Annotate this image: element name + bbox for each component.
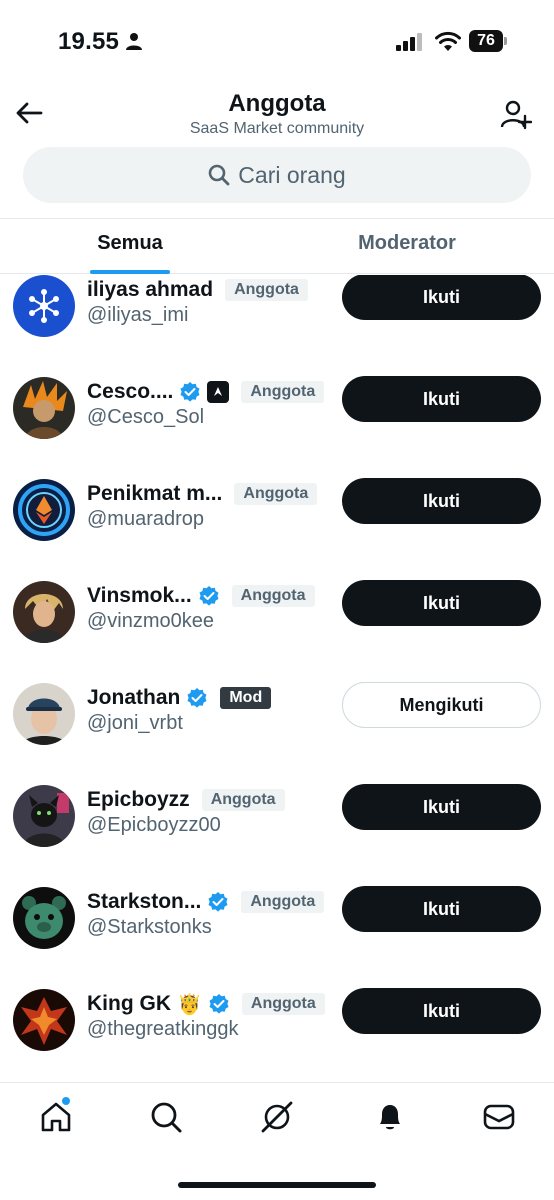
- role-badge: Anggota: [234, 483, 318, 505]
- avatar[interactable]: [13, 683, 75, 745]
- bell-icon: [380, 1105, 400, 1130]
- verified-badge-icon: [209, 994, 229, 1014]
- member-name[interactable]: Epicboyzz: [87, 788, 190, 812]
- member-handle: @iliyas_imi: [87, 304, 189, 326]
- verified-badge-icon: [180, 382, 200, 402]
- active-tab-indicator: [90, 270, 170, 274]
- member-name[interactable]: Starkston...: [87, 890, 201, 914]
- role-badge: Anggota: [231, 585, 315, 607]
- verified-badge-icon: [208, 892, 228, 912]
- tab-semua[interactable]: Semua: [0, 219, 260, 275]
- member-handle: @joni_vrbt: [87, 712, 183, 734]
- member-row[interactable]: iliyas ahmad Anggota @iliyas_imi Ikuti: [0, 275, 554, 369]
- avatar[interactable]: [13, 989, 75, 1051]
- orange-hair-character-avatar: [13, 377, 75, 439]
- member-row[interactable]: Epicboyzz Anggota @Epicboyzz00 Ikuti: [0, 777, 554, 879]
- member-handle: @vinzmo0kee: [87, 610, 215, 632]
- follow-button[interactable]: Ikuti: [342, 275, 541, 320]
- member-handle: @Epicboyzz00: [87, 814, 221, 836]
- role-badge: Mod: [220, 687, 272, 709]
- search-input[interactable]: Cari orang: [23, 147, 531, 203]
- member-name[interactable]: Vinsmok...: [87, 584, 192, 608]
- verified-badge-icon: [187, 688, 207, 708]
- tab-bar: Semua Moderator: [0, 218, 554, 274]
- avatar[interactable]: [13, 887, 75, 949]
- member-row[interactable]: Penikmat m... Anggota @muaradrop Ikuti: [0, 471, 554, 573]
- role-badge: Anggota: [201, 789, 285, 811]
- nav-messages[interactable]: [481, 1099, 517, 1135]
- page-title: Anggota: [228, 90, 326, 117]
- add-member-button[interactable]: [496, 96, 536, 134]
- home-icon: [41, 1102, 71, 1132]
- search-placeholder: Cari orang: [238, 161, 346, 188]
- nav-notifications[interactable]: [372, 1099, 408, 1135]
- status-time: 19.55: [58, 28, 120, 55]
- following-button[interactable]: Mengikuti: [342, 682, 541, 728]
- avatar[interactable]: [13, 581, 75, 643]
- home-indicator[interactable]: [178, 1182, 376, 1188]
- anime-character-avatar: [13, 581, 75, 643]
- member-row[interactable]: Vinsmok... Anggota @vinzmo0kee Ikuti: [0, 573, 554, 675]
- role-badge: Anggota: [241, 993, 325, 1015]
- member-name[interactable]: Cesco....: [87, 380, 173, 404]
- member-row[interactable]: Cesco.... Anggota @Cesco_Sol Ikuti: [0, 369, 554, 471]
- nav-home[interactable]: [38, 1099, 74, 1135]
- avatar[interactable]: [13, 275, 75, 337]
- follow-button[interactable]: Ikuti: [342, 784, 541, 830]
- panther-character-avatar: [13, 785, 75, 847]
- notification-dot: [62, 1097, 70, 1105]
- member-row[interactable]: Starkston... Anggota @Starkstonks Ikuti: [0, 879, 554, 981]
- member-row[interactable]: King GK 🤴 Anggota @thegreatkinggk Ikuti: [0, 981, 554, 1080]
- ethereum-logo-avatar: [13, 479, 75, 541]
- follow-button[interactable]: Ikuti: [342, 886, 541, 932]
- status-bar: 19.55 76: [0, 0, 554, 80]
- follow-button[interactable]: Ikuti: [342, 580, 541, 626]
- role-badge: Anggota: [241, 891, 325, 913]
- avatar[interactable]: [13, 377, 75, 439]
- follow-button[interactable]: Ikuti: [342, 478, 541, 524]
- member-handle: @thegreatkinggk: [87, 1018, 239, 1040]
- member-handle: @muaradrop: [87, 508, 205, 530]
- network-logo-icon: [13, 275, 75, 337]
- grok-icon: [261, 1101, 293, 1133]
- green-bear-character-avatar: [13, 887, 75, 949]
- member-row[interactable]: Jonathan Mod @joni_vrbt Mengikuti: [0, 675, 554, 777]
- search-icon: [208, 164, 230, 186]
- member-name[interactable]: iliyas ahmad: [87, 278, 213, 302]
- follow-button[interactable]: Ikuti: [342, 988, 541, 1034]
- member-list: iliyas ahmad Anggota @iliyas_imi Ikuti C…: [0, 275, 554, 1080]
- prince-emoji: 🤴: [177, 993, 202, 1016]
- tab-moderator[interactable]: Moderator: [277, 219, 537, 275]
- follow-button[interactable]: Ikuti: [342, 376, 541, 422]
- page-subtitle: SaaS Market community: [189, 120, 365, 137]
- verified-badge-icon: [199, 586, 219, 606]
- mail-icon: [483, 1104, 515, 1130]
- person-icon: [126, 33, 142, 50]
- member-name[interactable]: Penikmat m...: [87, 482, 222, 506]
- add-person-icon: [500, 100, 532, 130]
- nav-grok[interactable]: [259, 1099, 295, 1135]
- member-name[interactable]: King GK: [87, 992, 171, 1016]
- member-handle: @Starkstonks: [87, 916, 212, 938]
- role-badge: Anggota: [241, 381, 325, 403]
- affiliate-badge-icon[interactable]: [207, 381, 230, 403]
- member-handle: @Cesco_Sol: [87, 406, 205, 428]
- fire-phoenix-avatar: [13, 989, 75, 1051]
- nav-search[interactable]: [148, 1099, 184, 1135]
- role-badge: Anggota: [225, 279, 308, 301]
- signal-icon: [396, 33, 422, 51]
- member-name[interactable]: Jonathan: [87, 686, 180, 710]
- battery-level: 76: [469, 30, 503, 52]
- battery-icon: 76: [469, 30, 507, 52]
- search-icon: [151, 1102, 182, 1133]
- avatar[interactable]: [13, 785, 75, 847]
- wifi-icon: [435, 31, 461, 51]
- man-with-cap-avatar: [13, 683, 75, 745]
- avatar[interactable]: [13, 479, 75, 541]
